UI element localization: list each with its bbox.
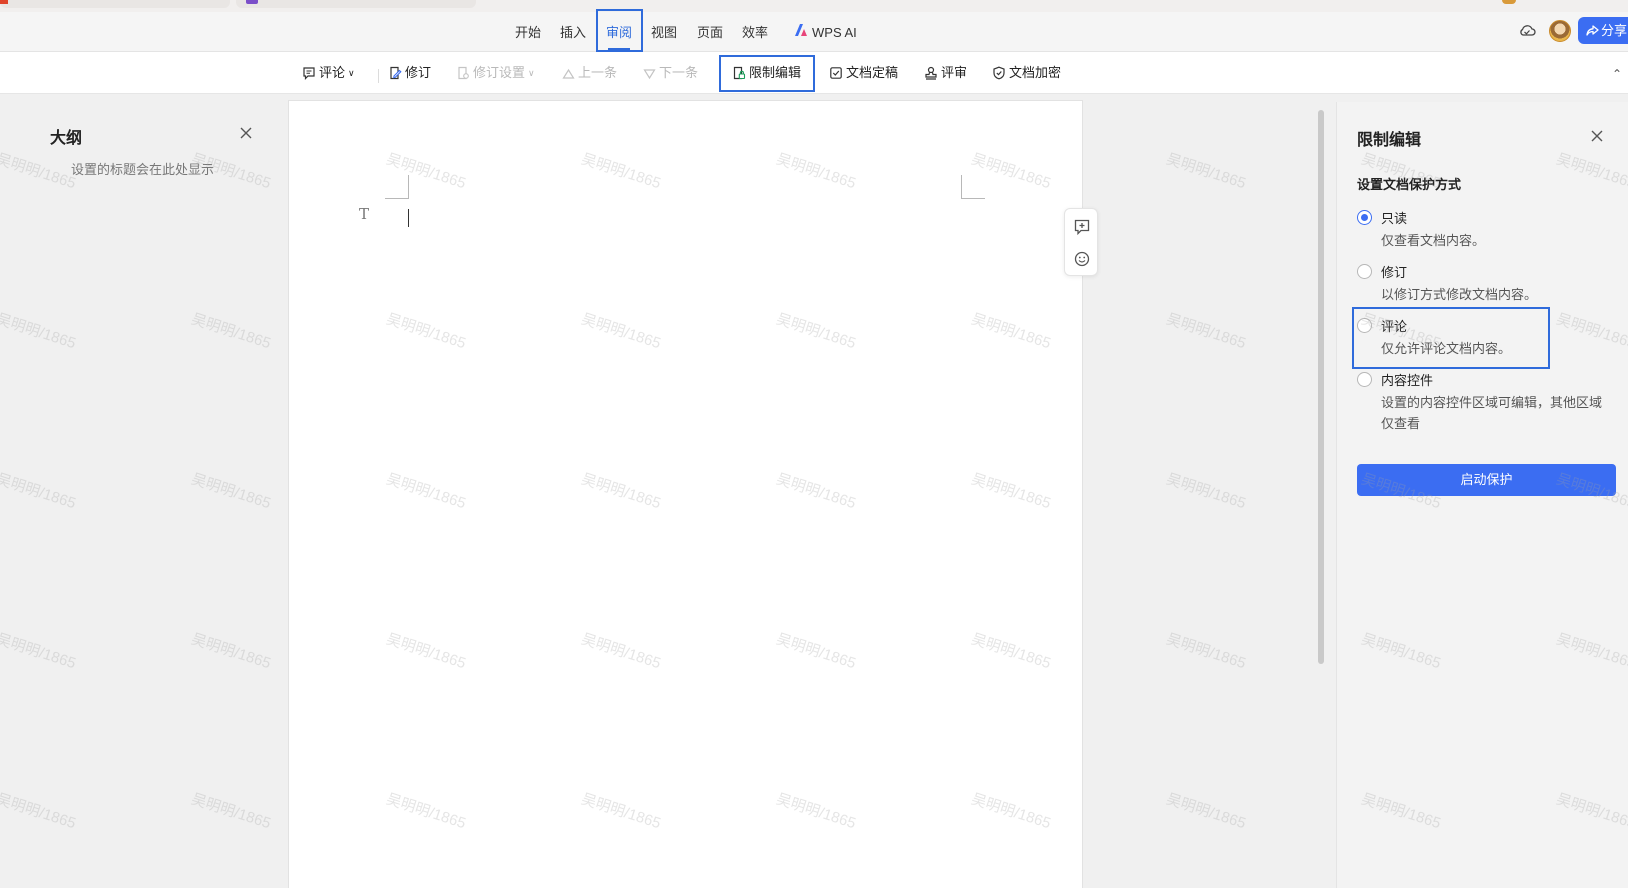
watermark-text: 吴明明/1865 bbox=[1164, 790, 1248, 833]
watermark-text: 吴明明/1865 bbox=[1164, 630, 1248, 673]
review-approve-button[interactable]: 评审 bbox=[924, 61, 967, 85]
next-change-label: 下一条 bbox=[659, 65, 699, 80]
outline-title: 大纲 bbox=[50, 130, 83, 147]
option-description: 以修订方式修改文档内容。 bbox=[1381, 287, 1538, 302]
stamp-icon bbox=[925, 66, 937, 80]
panel-title: 限制编辑 bbox=[1357, 132, 1422, 149]
encrypt-label: 文档加密 bbox=[1009, 65, 1062, 80]
prev-change-label: 上一条 bbox=[578, 65, 618, 80]
radio-content-control[interactable] bbox=[1357, 372, 1372, 387]
revise-settings-icon bbox=[458, 66, 469, 80]
cloud-sync-icon[interactable] bbox=[1518, 22, 1536, 38]
revise-settings-label: 修订设置 bbox=[473, 65, 526, 80]
browser-tab[interactable] bbox=[0, 0, 230, 8]
revise-button[interactable]: 修订 bbox=[388, 61, 431, 85]
watermark-text: 吴明明/1865 bbox=[1164, 470, 1248, 513]
outline-panel: 大纲 设置的标题会在此处显示 bbox=[0, 94, 288, 888]
protection-mode-heading: 设置文档保护方式 bbox=[1357, 177, 1462, 192]
encrypt-button[interactable]: 文档加密 bbox=[992, 61, 1061, 85]
triangle-down-icon bbox=[643, 69, 656, 80]
shield-icon bbox=[993, 66, 1005, 80]
highlight-box-review-tab bbox=[596, 9, 643, 52]
revise-icon bbox=[390, 66, 402, 80]
tab-view[interactable]: 视图 bbox=[651, 20, 677, 46]
option-label: 修订 bbox=[1381, 265, 1408, 280]
tab-page[interactable]: 页面 bbox=[697, 20, 723, 46]
margin-corner-mark bbox=[385, 175, 409, 199]
comment-button[interactable]: 评论 ∨ bbox=[302, 61, 355, 85]
floating-tools bbox=[1064, 208, 1098, 276]
radio-readonly[interactable] bbox=[1357, 210, 1372, 225]
tab-start[interactable]: 开始 bbox=[515, 20, 541, 46]
comment-icon bbox=[303, 67, 315, 80]
share-icon bbox=[1586, 25, 1599, 36]
wps-ai-icon bbox=[795, 24, 807, 36]
margin-corner-mark bbox=[961, 175, 985, 199]
comment-label: 评论 bbox=[319, 65, 346, 80]
tab-wps-ai[interactable]: WPS AI bbox=[812, 20, 857, 46]
revise-settings-button[interactable]: 修订设置 ∨ bbox=[456, 61, 535, 85]
chevron-down-icon: ∨ bbox=[348, 68, 355, 78]
profile-dot bbox=[1502, 0, 1516, 4]
watermark-text: 吴明明/1865 bbox=[1164, 150, 1248, 193]
finalize-icon bbox=[830, 67, 842, 79]
text-style-icon[interactable]: T bbox=[359, 205, 369, 223]
tab-insert[interactable]: 插入 bbox=[560, 20, 586, 46]
document-page[interactable]: T bbox=[288, 100, 1083, 888]
next-change-button[interactable]: 下一条 bbox=[643, 61, 698, 85]
browser-tab-strip bbox=[0, 0, 1628, 12]
radio-revise[interactable] bbox=[1357, 264, 1372, 279]
chevron-down-icon: ∨ bbox=[528, 68, 535, 78]
share-label: 分享 bbox=[1601, 23, 1628, 38]
start-protection-button[interactable]: 启动保护 bbox=[1357, 464, 1616, 496]
text-cursor bbox=[408, 209, 409, 227]
highlight-box-comment-option bbox=[1352, 307, 1550, 369]
finalize-label: 文档定稿 bbox=[846, 65, 899, 80]
prev-change-button[interactable]: 上一条 bbox=[562, 61, 617, 85]
browser-tab[interactable] bbox=[236, 0, 476, 8]
emoji-icon[interactable] bbox=[1073, 250, 1091, 268]
watermark-text: 吴明明/1865 bbox=[1164, 310, 1248, 353]
tab-efficiency[interactable]: 效率 bbox=[742, 20, 768, 46]
option-description: 仅查看文档内容。 bbox=[1381, 233, 1486, 248]
collapse-ribbon-icon[interactable]: ⌃ bbox=[1612, 67, 1622, 81]
ribbon-menu-bar: 开始 插入 审阅 视图 页面 效率 WPS AI bbox=[0, 12, 1628, 52]
highlight-box-restrict-edit bbox=[719, 55, 815, 92]
restrict-edit-panel: 限制编辑 设置文档保护方式 只读 仅查看文档内容。 修订 以修订方式修改文档内容… bbox=[1336, 102, 1628, 888]
close-icon[interactable] bbox=[1589, 128, 1605, 144]
outline-empty-hint: 设置的标题会在此处显示 bbox=[71, 162, 215, 177]
toolbar-divider bbox=[378, 69, 379, 83]
option-label: 只读 bbox=[1381, 211, 1408, 226]
user-avatar[interactable] bbox=[1549, 20, 1571, 42]
add-comment-icon[interactable] bbox=[1073, 218, 1091, 236]
finalize-button[interactable]: 文档定稿 bbox=[829, 61, 898, 85]
option-label: 内容控件 bbox=[1381, 373, 1434, 388]
triangle-up-icon bbox=[562, 68, 575, 79]
close-icon[interactable] bbox=[238, 125, 254, 141]
revise-label: 修订 bbox=[405, 65, 432, 80]
share-button[interactable]: 分享 bbox=[1578, 17, 1628, 44]
vertical-scrollbar[interactable] bbox=[1318, 110, 1324, 664]
option-description: 设置的内容控件区域可编辑，其他区域仅查看 bbox=[1381, 395, 1603, 431]
review-approve-label: 评审 bbox=[941, 65, 968, 80]
